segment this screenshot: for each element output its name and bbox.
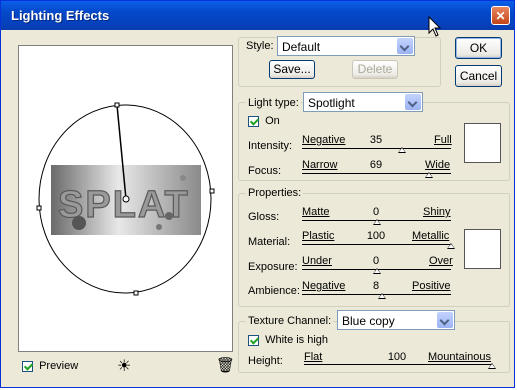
gloss-value: 0 [372,206,380,218]
height-min: Flat [304,351,323,363]
height-slider-thumb[interactable] [488,363,496,369]
material-slider-thumb[interactable] [447,243,455,249]
ambience-label: Ambience: [248,285,300,297]
focus-max: Wide [425,159,451,171]
intensity-slider-thumb[interactable] [397,147,406,153]
splat-dot [165,212,173,220]
texture-channel-label: Texture Channel: [246,315,334,327]
white-is-high-row[interactable]: White is high [248,334,328,346]
ambience-max: Positive [412,280,451,292]
light-handle[interactable] [114,102,120,108]
exposure-label: Exposure: [248,261,298,273]
ok-button[interactable]: OK [455,37,502,59]
gloss-label: Gloss: [248,211,280,223]
ambience-slider-thumb[interactable] [378,293,387,299]
style-select[interactable]: Default [277,36,415,56]
material-value: 100 [366,230,386,242]
intensity-min: Negative [302,134,346,146]
exposure-value: 0 [372,255,380,267]
light-center-handle[interactable] [122,195,130,203]
lighting-effects-dialog: Lighting Effects ✕ SPLAT Preview ☀ 🗑 Sty… [0,0,515,388]
preview-pane[interactable]: SPLAT [18,45,233,352]
material-slider-track[interactable] [302,244,451,245]
light-handle[interactable] [133,290,139,296]
focus-min: Narrow [302,159,338,171]
close-button[interactable]: ✕ [491,6,510,25]
height-slider-track[interactable] [304,364,492,365]
preview-label: Preview [39,360,79,373]
chevron-down-icon [405,94,421,110]
save-button[interactable]: Save... [269,60,315,79]
focus-value: 69 [369,159,383,171]
on-label: On [265,115,280,128]
gloss-max: Shiny [423,206,451,218]
focus-slider-thumb[interactable] [424,172,433,178]
window-title: Lighting Effects [11,8,110,23]
focus-label: Focus: [248,165,282,177]
close-icon: ✕ [495,9,506,23]
height-value: 100 [387,351,407,363]
preview-checkbox-row[interactable]: Preview [22,360,78,372]
trash-icon[interactable]: 🗑 [216,356,235,374]
splat-dot [156,224,162,230]
light-color-swatch[interactable] [464,123,501,163]
exposure-min: Under [302,255,332,267]
material-max: Metallic [412,230,450,242]
cancel-button[interactable]: Cancel [455,65,502,87]
style-label: Style: [246,40,274,52]
intensity-max: Full [434,134,452,146]
light-handle[interactable] [36,205,42,211]
material-label: Material: [248,236,291,248]
delete-button[interactable]: Delete [352,60,398,79]
light-type-label: Light type: [246,97,301,109]
height-label: Height: [248,355,283,367]
style-value: Default [282,40,321,54]
light-type-value: Spotlight [308,96,355,110]
material-min: Plastic [302,230,335,242]
texture-channel-value: Blue copy [342,314,395,328]
on-checkbox[interactable] [248,115,259,127]
gloss-min: Matte [302,206,330,218]
texture-channel-select[interactable]: Blue copy [337,310,455,330]
light-handle[interactable] [209,188,215,194]
splat-dot [180,175,186,181]
properties-label: Properties: [246,187,304,199]
intensity-value: 35 [369,134,383,146]
exposure-slider-thumb[interactable] [372,268,381,274]
white-is-high-checkbox[interactable] [248,334,259,346]
ambience-min: Negative [302,280,346,292]
height-max: Mountainous [428,351,491,363]
splat-dot [72,216,86,230]
chevron-down-icon [437,312,453,328]
gloss-slider-thumb[interactable] [372,219,381,225]
ambience-value: 8 [372,280,380,292]
ambience-slider-track[interactable] [302,294,451,295]
chevron-down-icon [397,38,413,54]
intensity-label: Intensity: [248,140,293,152]
ambient-color-swatch[interactable] [464,229,501,269]
intensity-slider-track[interactable] [302,148,451,149]
preview-checkbox[interactable] [22,360,33,372]
white-is-high-label: White is high [265,334,329,347]
mouse-cursor-icon [428,16,442,37]
on-checkbox-row[interactable]: On [248,115,280,127]
preview-canvas[interactable]: SPLAT [19,46,232,351]
light-type-select[interactable]: Spotlight [303,92,423,112]
exposure-max: Over [429,255,453,267]
light-bulb-icon[interactable]: ☀ [117,356,131,376]
